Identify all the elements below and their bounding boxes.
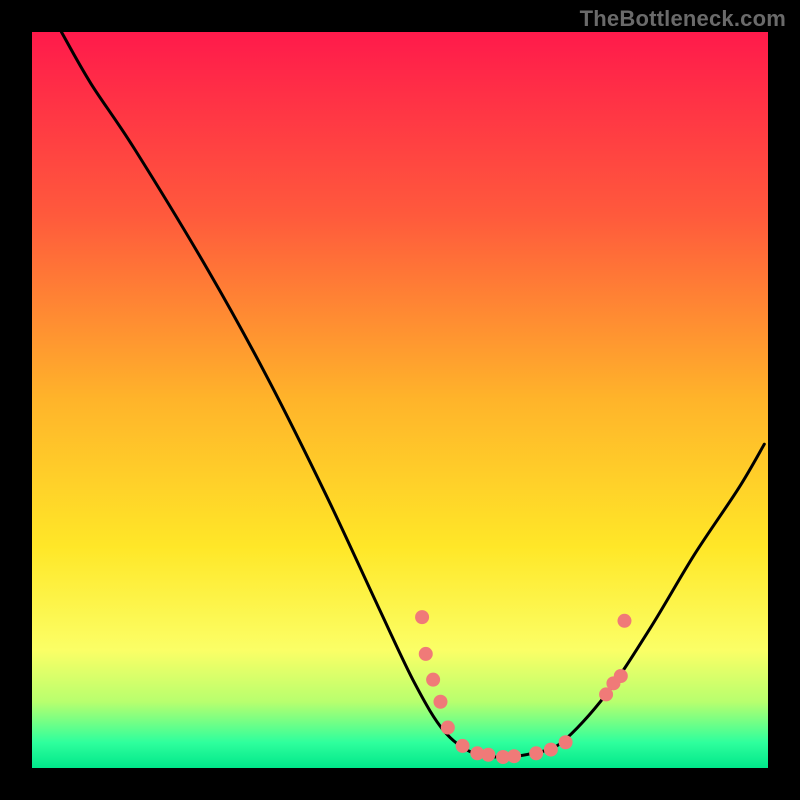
curve-marker [415,610,429,624]
curve-marker [507,749,521,763]
curve-marker [426,673,440,687]
curve-marker [441,721,455,735]
plot-area [32,32,768,768]
curve-marker [617,614,631,628]
chart-frame: TheBottleneck.com [0,0,800,800]
curve-marker [433,695,447,709]
curve-marker [456,739,470,753]
curve-marker [481,748,495,762]
bottleneck-chart [0,0,800,800]
watermark-text: TheBottleneck.com [580,6,786,32]
curve-marker [419,647,433,661]
curve-marker [614,669,628,683]
curve-marker [559,735,573,749]
curve-marker [544,743,558,757]
gradient-background [32,32,768,768]
curve-marker [529,746,543,760]
